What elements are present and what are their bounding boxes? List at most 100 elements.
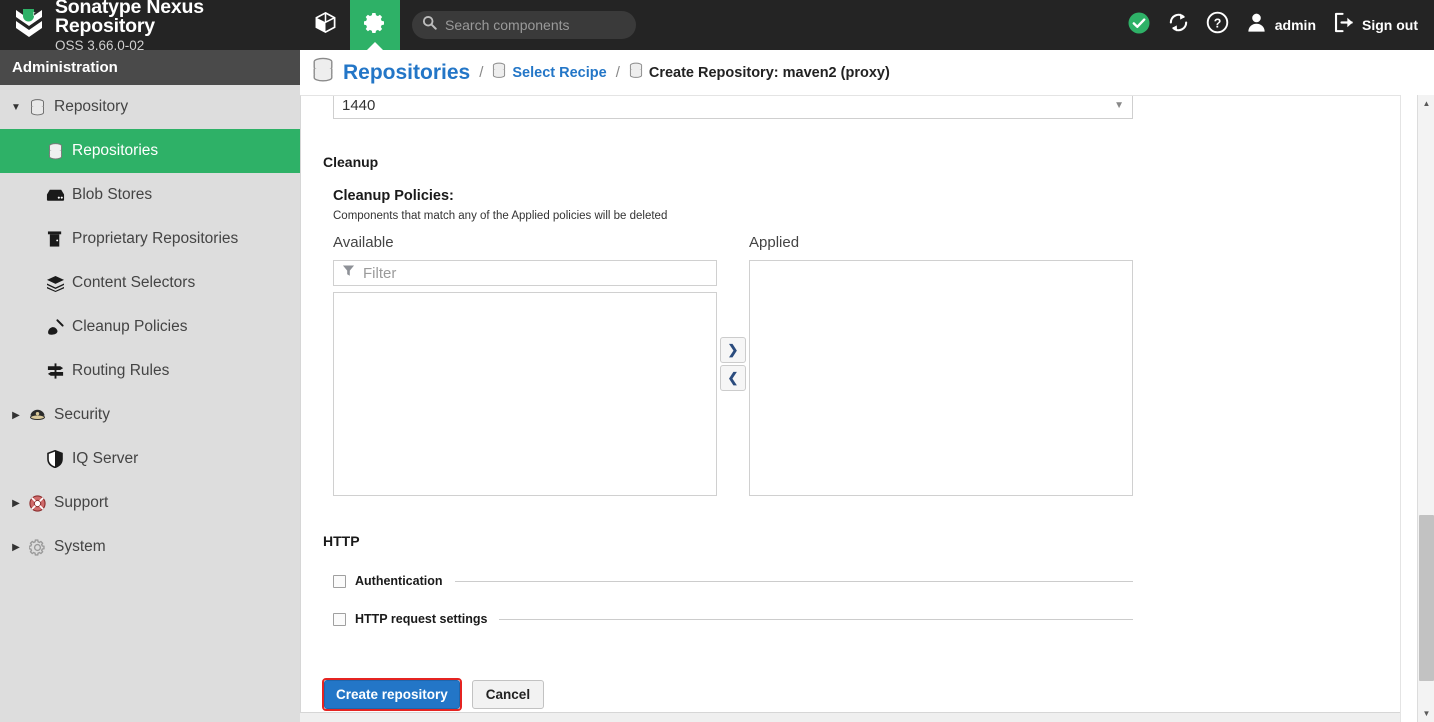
- door-icon: [42, 230, 68, 248]
- http-request-settings-checkbox[interactable]: [333, 613, 346, 626]
- layers-icon: [42, 275, 68, 292]
- breadcrumb-current: Create Repository: maven2 (proxy): [629, 62, 890, 83]
- sidebar-item-security[interactable]: ▶ Security: [0, 393, 300, 437]
- breadcrumb: Repositories / Select Recipe / Create Re…: [300, 50, 1434, 95]
- sidebar-item-label: Proprietary Repositories: [72, 230, 238, 248]
- database-icon: [312, 57, 334, 89]
- refresh-button[interactable]: [1167, 11, 1190, 39]
- lifering-icon: [24, 495, 50, 512]
- system-status-button[interactable]: [1127, 11, 1151, 40]
- browse-nav-button[interactable]: [300, 0, 350, 50]
- sidebar-item-label: Repository: [54, 98, 128, 116]
- vertical-scrollbar[interactable]: ▲ ▼: [1417, 95, 1434, 722]
- http-request-settings-checkbox-row[interactable]: HTTP request settings: [333, 612, 1133, 626]
- breadcrumb-current-label: Create Repository: maven2 (proxy): [649, 65, 890, 81]
- username-label: admin: [1275, 17, 1316, 33]
- breadcrumb-separator: /: [616, 64, 620, 81]
- sidebar-item-support[interactable]: ▶ Support: [0, 481, 300, 525]
- panel-bottom-edge: [300, 712, 1434, 722]
- sign-out-label: Sign out: [1362, 17, 1418, 33]
- form-action-buttons: Create repository Cancel: [322, 678, 544, 711]
- user-menu-button[interactable]: admin: [1245, 11, 1316, 39]
- scroll-up-arrow-icon[interactable]: ▲: [1418, 95, 1434, 112]
- header-right-actions: ? admin Sign out: [1127, 0, 1434, 50]
- top-header-bar: r Sonatype Nexus Repository OSS 3.66.0-0…: [0, 0, 1434, 50]
- database-icon: [629, 62, 643, 83]
- breadcrumb-select-recipe[interactable]: Select Recipe: [492, 62, 606, 83]
- administration-nav-button[interactable]: [350, 0, 400, 50]
- check-circle-icon: [1127, 11, 1151, 40]
- authentication-checkbox-row[interactable]: Authentication: [333, 574, 1133, 588]
- cleanup-section-title: Cleanup: [323, 154, 378, 170]
- select-value: 1440: [342, 97, 375, 114]
- sidebar-item-label: Security: [54, 406, 110, 424]
- search-components-box[interactable]: [412, 11, 636, 39]
- shield-icon: [42, 450, 68, 468]
- authentication-checkbox[interactable]: [333, 575, 346, 588]
- create-repository-button[interactable]: Create repository: [324, 680, 460, 709]
- section-divider: [455, 581, 1134, 582]
- authentication-label: Authentication: [355, 574, 443, 588]
- sidebar-item-label: Routing Rules: [72, 362, 169, 380]
- sidebar-item-cleanup-policies[interactable]: Cleanup Policies: [0, 305, 300, 349]
- scrollbar-thumb[interactable]: [1419, 515, 1434, 681]
- sidebar-item-proprietary-repositories[interactable]: Proprietary Repositories: [0, 217, 300, 261]
- sign-out-button[interactable]: Sign out: [1332, 11, 1418, 39]
- shield-user-icon: [24, 408, 50, 422]
- administration-title-bar: Administration: [0, 50, 300, 85]
- applied-column-header: Applied: [749, 234, 799, 251]
- sidebar-item-routing-rules[interactable]: Routing Rules: [0, 349, 300, 393]
- cancel-button[interactable]: Cancel: [472, 680, 544, 709]
- sidebar-item-label: System: [54, 538, 106, 556]
- user-icon: [1245, 11, 1268, 39]
- brand-block[interactable]: r Sonatype Nexus Repository OSS 3.66.0-0…: [0, 0, 300, 50]
- help-button[interactable]: ?: [1206, 11, 1229, 39]
- remove-policy-button[interactable]: ❮: [720, 365, 746, 391]
- sidebar-item-label: Blob Stores: [72, 186, 152, 204]
- create-repository-form-panel: 1440 ▼ Cleanup Cleanup Policies: Compone…: [300, 95, 1418, 712]
- scrollbar-gutter: [1400, 95, 1417, 722]
- negative-cache-ttl-select[interactable]: 1440 ▼: [333, 95, 1133, 119]
- section-divider: [499, 619, 1133, 620]
- administration-title: Administration: [12, 59, 118, 76]
- available-filter-input[interactable]: [363, 265, 708, 282]
- sidebar-item-repositories[interactable]: Repositories: [0, 129, 300, 173]
- cog-icon: [24, 539, 50, 556]
- database-icon: [42, 143, 68, 160]
- sidebar-item-label: Content Selectors: [72, 274, 195, 292]
- sidebar-item-iq-server[interactable]: IQ Server: [0, 437, 300, 481]
- sidebar-item-blob-stores[interactable]: Blob Stores: [0, 173, 300, 217]
- search-icon: [422, 15, 437, 35]
- applied-policies-list[interactable]: [749, 260, 1133, 496]
- question-circle-icon: ?: [1206, 11, 1229, 39]
- sidebar-item-label: Support: [54, 494, 108, 512]
- add-policy-button[interactable]: ❯: [720, 337, 746, 363]
- chevron-right-icon[interactable]: ▶: [8, 498, 24, 509]
- scroll-down-arrow-icon[interactable]: ▼: [1418, 705, 1434, 722]
- sidebar-item-system[interactable]: ▶ System: [0, 525, 300, 569]
- cleanup-policies-label: Cleanup Policies:: [333, 188, 454, 204]
- available-policies-list[interactable]: [333, 292, 717, 496]
- breadcrumb-root-label: Repositories: [343, 61, 470, 85]
- chevron-down-icon[interactable]: ▼: [1114, 100, 1124, 111]
- cleanup-policies-help: Components that match any of the Applied…: [333, 210, 667, 222]
- chevron-right-icon[interactable]: ▶: [8, 410, 24, 421]
- svg-text:?: ?: [1213, 16, 1221, 30]
- create-repository-highlight: Create repository: [322, 678, 462, 711]
- sidebar-item-label: IQ Server: [72, 450, 138, 468]
- sign-out-icon: [1332, 11, 1355, 39]
- sidebar-item-repository[interactable]: ▼ Repository: [0, 85, 300, 129]
- sidebar-item-label: Repositories: [72, 142, 158, 160]
- app-title: Sonatype Nexus Repository: [55, 0, 300, 37]
- admin-sidebar: ▼ Repository Repositories: [0, 85, 300, 722]
- http-section-title: HTTP: [323, 533, 360, 549]
- chevron-right-icon[interactable]: ▶: [8, 542, 24, 553]
- available-column-header: Available: [333, 234, 394, 251]
- breadcrumb-separator: /: [479, 64, 483, 81]
- funnel-icon: [342, 264, 355, 282]
- search-input[interactable]: [445, 17, 626, 33]
- sidebar-item-content-selectors[interactable]: Content Selectors: [0, 261, 300, 305]
- breadcrumb-root-repositories[interactable]: Repositories: [312, 57, 470, 89]
- available-filter[interactable]: [333, 260, 717, 286]
- chevron-down-icon[interactable]: ▼: [8, 102, 24, 113]
